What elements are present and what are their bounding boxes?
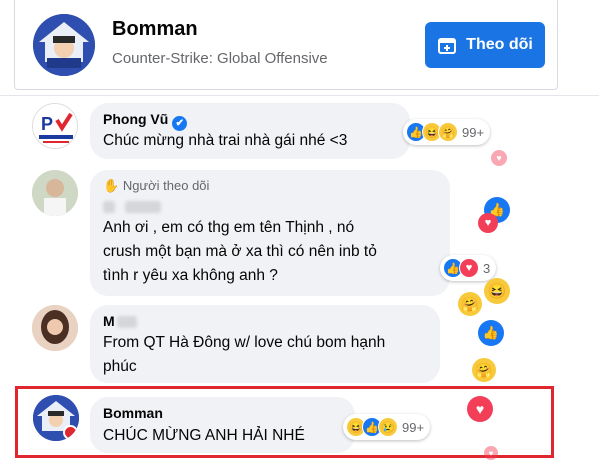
comment-bubble: Phong Vũ ✔ Chúc mừng nhà trai nhà gái nhé… xyxy=(90,103,410,159)
floating-like-icon: 👍 xyxy=(478,320,504,346)
floating-care-icon: 🤗 xyxy=(458,292,482,316)
reaction-count: 3 xyxy=(483,260,491,276)
commenter-avatar-3[interactable] xyxy=(32,305,78,351)
reaction-count: 99+ xyxy=(462,124,485,140)
comment-text: Chúc mừng nhà trai nhà gái nhé <3 xyxy=(103,132,348,149)
page-name[interactable]: Bomman xyxy=(112,18,198,41)
reaction-summary[interactable]: 👍 😆 🤗 99+ xyxy=(403,119,491,145)
page-game: Counter-Strike: Global Offensive xyxy=(112,50,328,67)
comment-line: tình r yêu xa không anh ? xyxy=(103,267,278,284)
page-header-card: Bomman Counter-Strike: Global Offensive … xyxy=(14,0,558,90)
commenter-name-redacted[interactable] xyxy=(103,198,162,216)
comment-line: Anh ơi , em có thg em tên Thịnh , nó xyxy=(103,219,355,236)
floating-love-icon: ♥ xyxy=(484,446,498,460)
follow-label: Theo dõi xyxy=(466,36,533,53)
follow-button[interactable]: Theo dõi xyxy=(425,22,545,68)
commenter-name-redacted[interactable]: M xyxy=(103,313,137,331)
commenter-avatar-2[interactable] xyxy=(32,170,78,216)
floating-care-icon: 🤗 xyxy=(472,358,496,382)
love-reaction-icon: ♥ xyxy=(459,258,479,278)
floating-love-icon: ♥ xyxy=(478,213,498,233)
livestream-comments-screen: Bomman Counter-Strike: Global Offensive … xyxy=(0,0,599,460)
commenter-name[interactable]: Phong Vũ ✔ xyxy=(103,111,188,131)
commenter-avatar-phongvu[interactable]: P xyxy=(32,103,78,149)
floating-haha-icon: 😆 xyxy=(484,278,510,304)
comment-text: Anh ơi , em có thg em tên Thịnh , nó cru… xyxy=(103,216,377,288)
svg-text:P: P xyxy=(41,114,53,134)
floating-love-icon: ♥ xyxy=(467,396,493,422)
comment-line: phúc xyxy=(103,358,137,375)
follow-icon xyxy=(438,38,457,54)
comment-bubble: ✋ Người theo dõi Anh ơi , em có thg em t… xyxy=(90,170,450,296)
comment-line: crush một bạn mà ở xa thì có nên inb tỏ xyxy=(103,243,377,260)
reaction-summary[interactable]: 👍 ♥ 3 xyxy=(440,255,497,281)
page-avatar[interactable] xyxy=(33,14,95,76)
divider xyxy=(0,95,599,96)
care-reaction-icon: 🤗 xyxy=(438,122,458,142)
wave-icon: ✋ xyxy=(103,178,120,193)
comment-text: From QT Hà Đông w/ love chú bom hạnh phú… xyxy=(103,331,385,379)
comment-line: From QT Hà Đông w/ love chú bom hạnh xyxy=(103,334,386,351)
comment-bubble: M From QT Hà Đông w/ love chú bom hạnh p… xyxy=(90,305,440,383)
floating-love-icon: ♥ xyxy=(491,150,507,166)
follower-badge: ✋ Người theo dõi xyxy=(103,178,210,193)
